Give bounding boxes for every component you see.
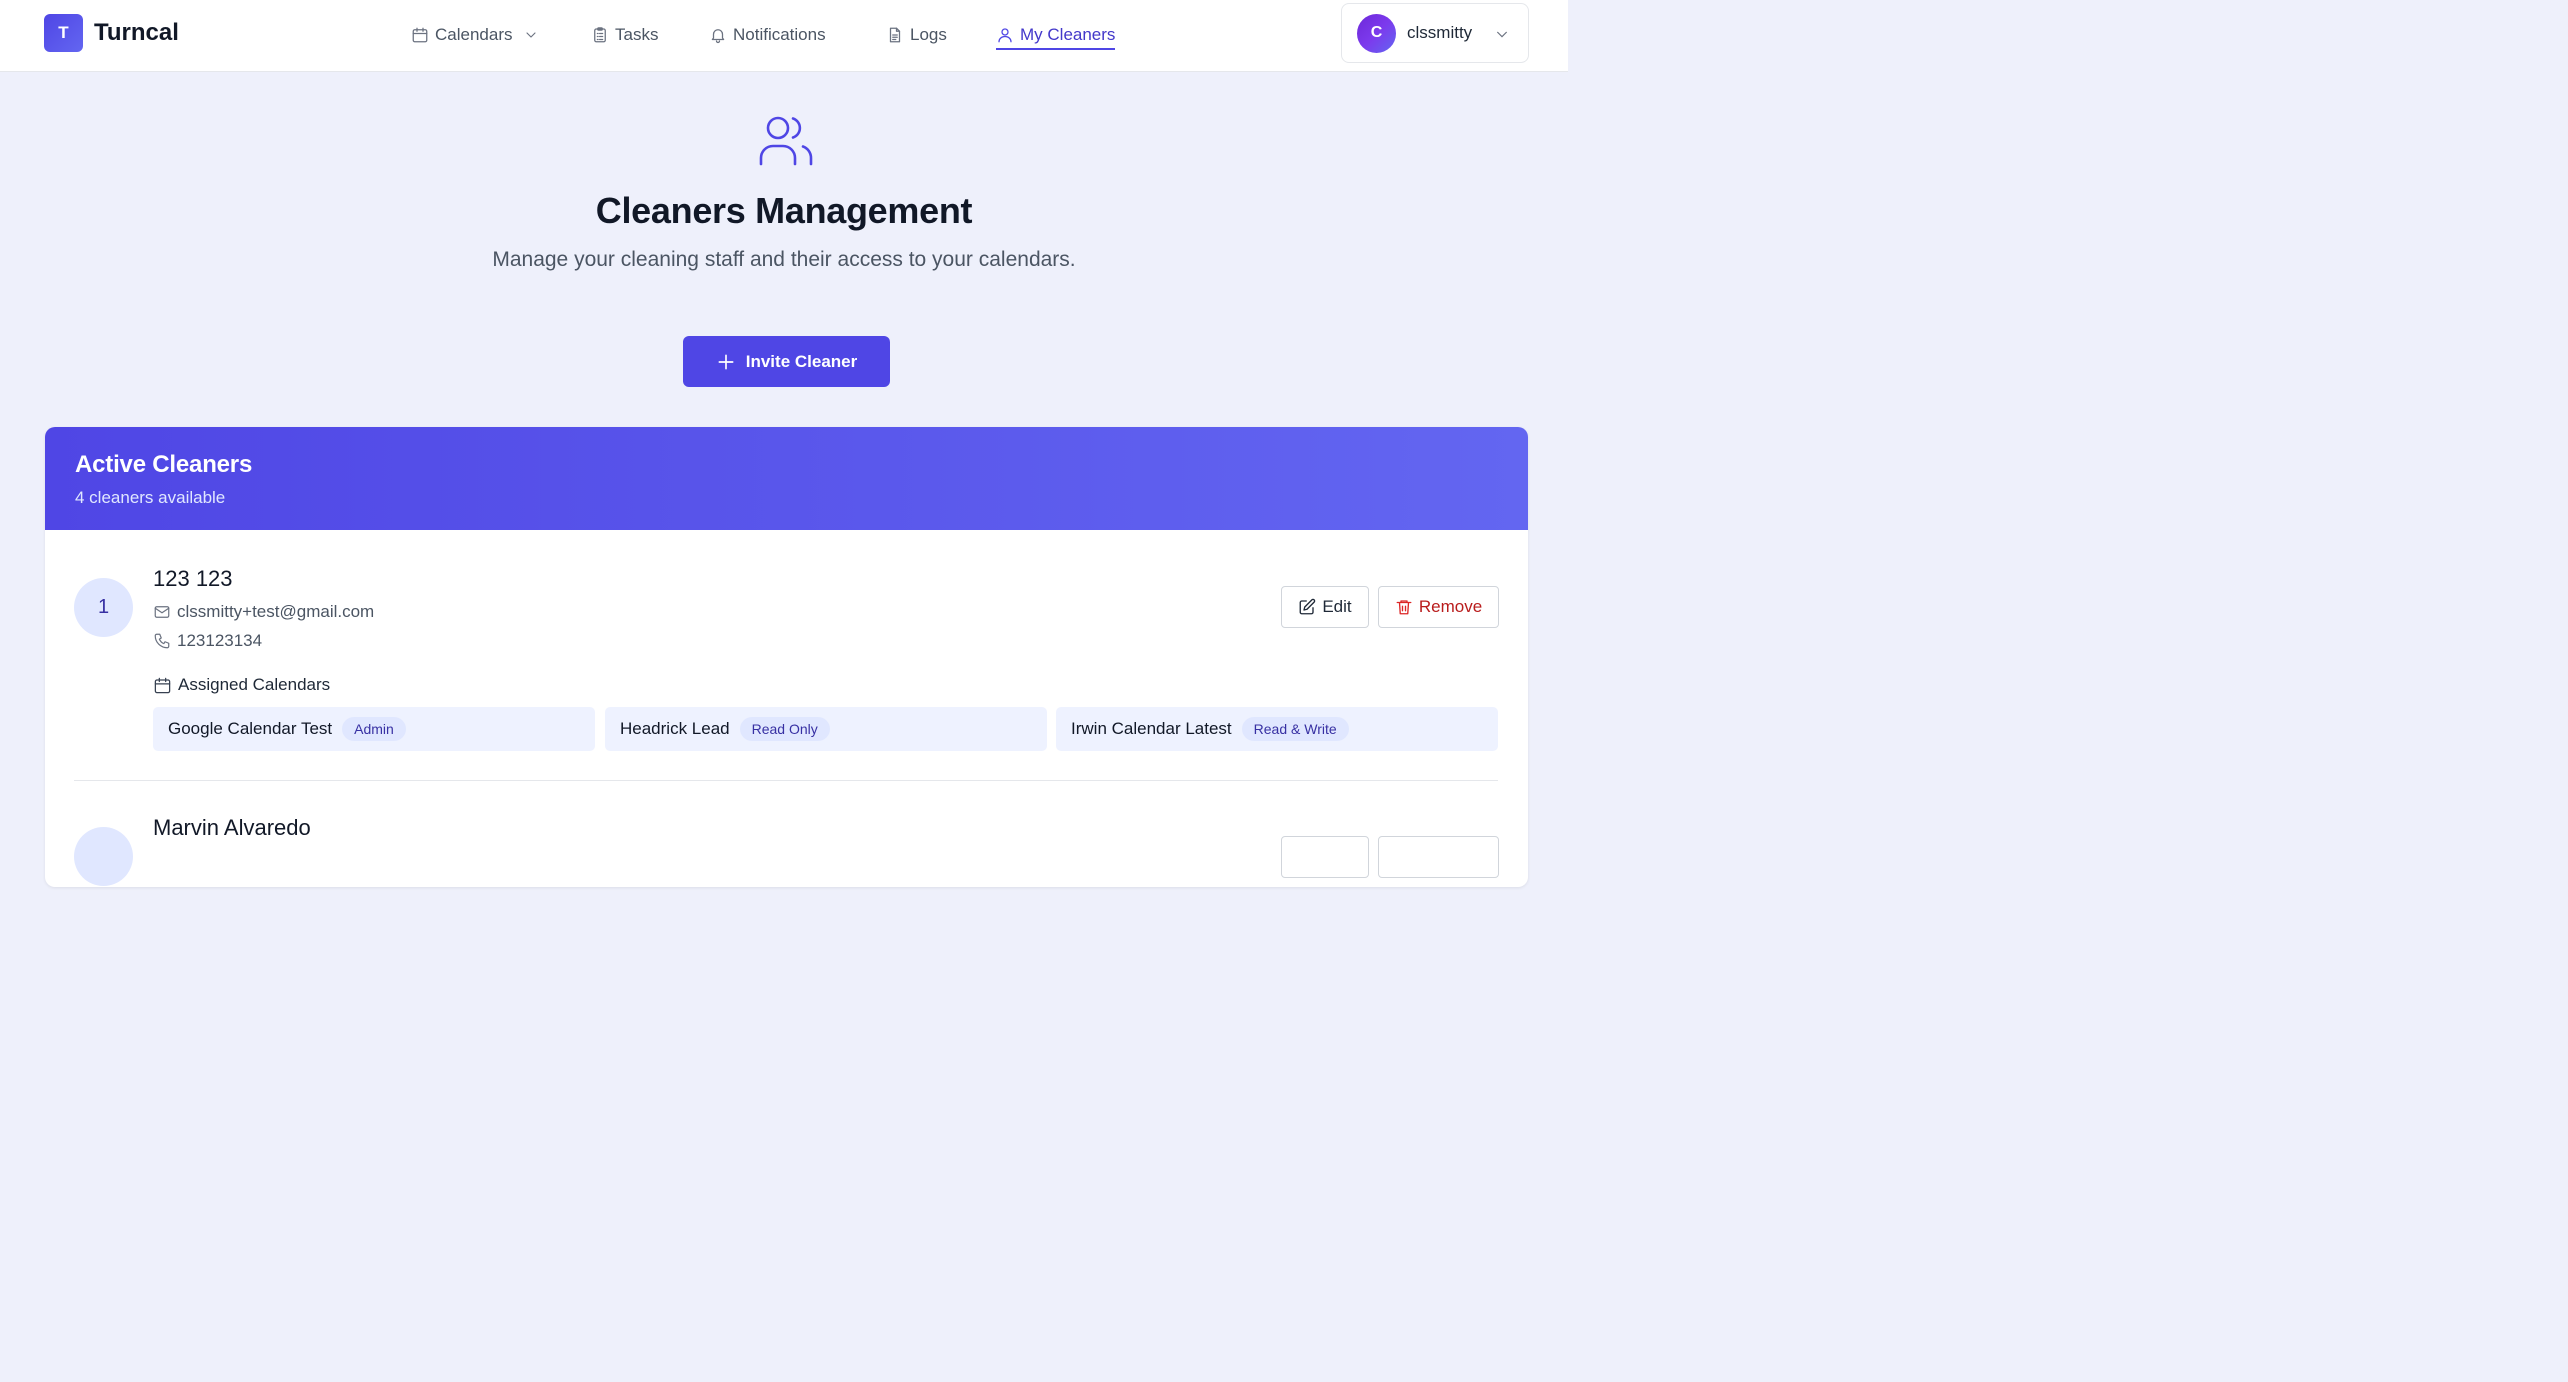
calendar-name: Google Calendar Test [168,719,333,738]
user-icon [998,28,1012,43]
edit-cleaner-button[interactable] [1281,836,1369,878]
chevron-down-icon [525,32,536,38]
nav-tasks-label: Tasks [615,25,659,44]
nav-calendars[interactable]: Calendars [411,22,539,48]
nav-calendars-label: Calendars [435,25,513,44]
page-title: Cleaners Management [595,190,973,231]
cleaner-number-badge [74,827,133,886]
cleaner-name: 123 123 [153,566,233,591]
app-name: Turncal [94,19,179,46]
mail-icon [154,606,170,618]
chevron-down-icon [1496,31,1508,38]
calendar-name: Headrick Lead [620,719,730,738]
nav-logs-label: Logs [910,25,947,44]
remove-label: Remove [1418,597,1483,616]
assigned-calendars-label: Assigned Calendars [178,675,331,694]
calendar-icon [154,677,171,693]
remove-cleaner-button[interactable]: Remove [1378,586,1499,628]
cleaner-count: 4 cleaners available [75,488,226,507]
assigned-calendar-chip: Google Calendar Test Admin [153,707,595,751]
assigned-calendar-chip: Headrick Lead Read Only [605,707,1047,751]
cleaner-number-badge: 1 [74,578,133,637]
app-logo[interactable]: T Turncal [44,14,179,52]
cleaner-email: clssmitty+test@gmail.com [153,602,374,622]
logo-mark: T [44,14,83,52]
card-title: Active Cleaners [75,451,253,478]
invite-cleaner-button[interactable]: Invite Cleaner [683,336,890,387]
nav-notifications-label: Notifications [733,25,826,44]
avatar: C [1357,13,1396,53]
assigned-calendars-heading: Assigned Calendars [153,675,330,695]
invite-cleaner-label: Invite Cleaner [745,351,858,371]
page-subtitle: Manage your cleaning staff and their acc… [492,248,1076,271]
active-cleaners-card: Active Cleaners 4 cleaners available 1 1… [45,427,1528,887]
edit-cleaner-button[interactable]: Edit [1281,586,1369,628]
nav-notifications[interactable]: Notifications [709,22,826,48]
assigned-calendar-chip: Irwin Calendar Latest Read & Write [1056,707,1498,751]
cleaner-phone-text: 123123134 [177,631,263,650]
nav-tasks[interactable]: Tasks [591,22,658,48]
cleaner-email-text: clssmitty+test@gmail.com [177,602,375,621]
cleaner-name: Marvin Alvaredo [153,815,311,840]
nav-my-cleaners[interactable]: My Cleaners [996,22,1116,50]
list-item: Marvin Alvaredo [45,781,1528,887]
calendar-icon [412,27,428,43]
document-icon [889,27,901,43]
calendar-name: Irwin Calendar Latest [1071,719,1232,738]
bell-icon [711,29,725,44]
plus-icon [718,354,734,369]
permission-badge: Admin [342,717,406,741]
edit-label: Edit [1322,597,1352,616]
permission-badge: Read Only [739,717,830,741]
cleaner-phone: 123123134 [153,631,262,651]
list-item: 1 123 123 clssmitty+test@gmail.com 12312… [45,530,1528,780]
user-name: clssmitty [1407,23,1473,42]
edit-icon [1299,598,1316,615]
users-icon [757,114,815,166]
nav-my-cleaners-label: My Cleaners [1020,25,1116,44]
clipboard-icon [594,27,606,43]
user-menu[interactable]: C clssmitty [1341,3,1529,63]
permission-badge: Read & Write [1241,717,1349,741]
top-navigation-bar: T Turncal Calendars Tasks Notifications … [0,0,1568,72]
trash-icon [1396,600,1412,615]
phone-icon [154,633,170,649]
nav-logs[interactable]: Logs [886,22,947,48]
card-header: Active Cleaners 4 cleaners available [45,427,1528,530]
remove-cleaner-button[interactable] [1378,836,1499,878]
